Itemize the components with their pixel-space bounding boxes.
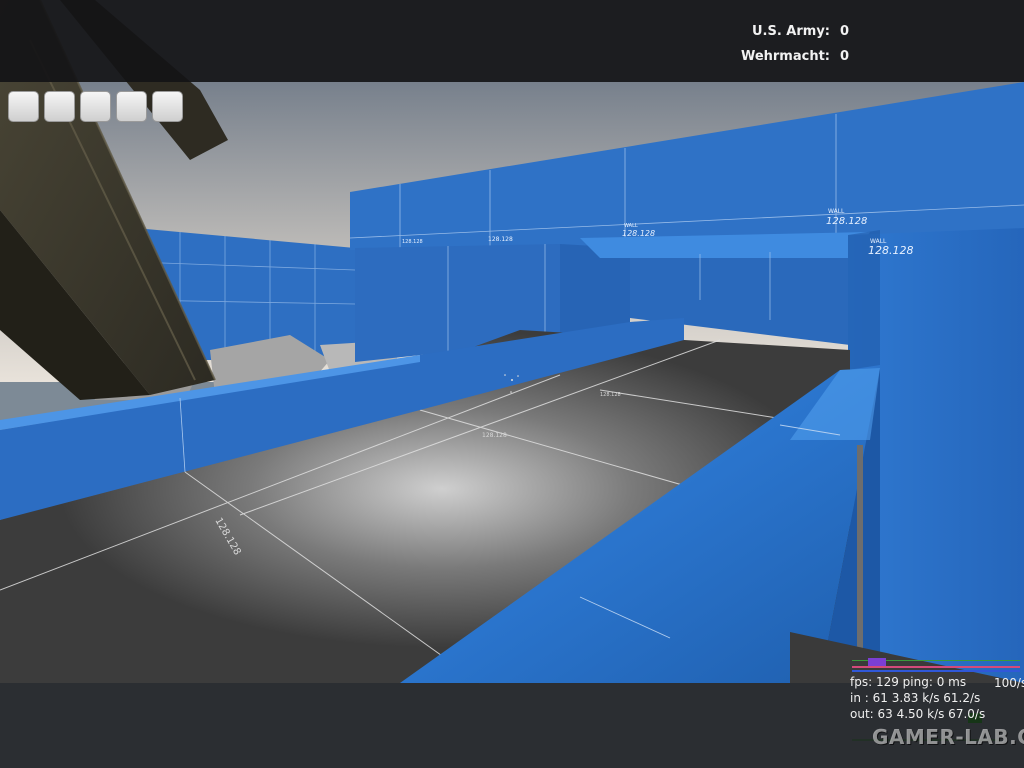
team-name-wehrmacht: Wehrmacht: [740,49,830,64]
team-score-us-army: 0 [840,24,850,39]
team-score-wehrmacht: 0 [840,49,850,64]
netgraph-fps-ping: fps: 129 ping: 0 ms [850,675,967,689]
score-row-wehrmacht: Wehrmacht: 0 [741,49,854,64]
texture-label-size-5: 128.128 [402,239,423,245]
netgraph-rate: 100/s [994,676,1024,690]
team-name-us-army: U.S. Army: [751,24,830,39]
inventory-slot-1[interactable] [8,91,39,122]
inventory-slot-3[interactable] [80,91,111,122]
texture-label-size-4: 128.128 [488,236,513,243]
hud-top-bar [0,0,1024,82]
netgraph-stats: fps: 129 ping: 0 ms in : 61 3.83 k/s 61.… [850,674,985,722]
inventory-slot-2[interactable] [44,91,75,122]
floor-label-size-3: 128.128 [600,392,621,398]
texture-label-wall-2: WALL [828,208,845,215]
texture-label-size-1: 128.128 [868,244,914,257]
texture-label-size-2: 128.128 [826,216,867,227]
inventory-slots [8,91,183,122]
netgraph-out: out: 63 4.50 k/s 67.0/s [850,707,986,721]
watermark: GAMER-LAB.COM [872,725,1024,749]
texture-label-size-3: 128.128 [622,229,655,238]
floor-label-size-2: 128.128 [482,432,507,439]
inventory-slot-4[interactable] [116,91,147,122]
netgraph-in: in : 61 3.83 k/s 61.2/s [850,691,981,705]
inventory-slot-5[interactable] [152,91,183,122]
score-row-us-army: U.S. Army: 0 [752,24,854,39]
